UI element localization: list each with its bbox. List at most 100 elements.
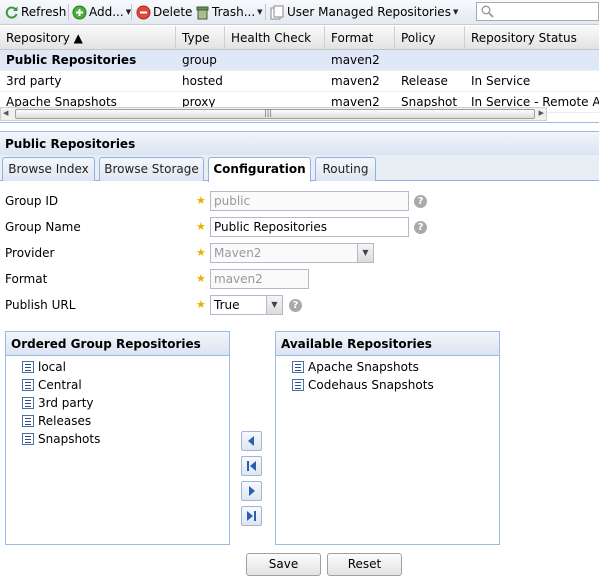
group-id-label: Group ID	[5, 194, 59, 208]
delete-label: Delete	[153, 5, 193, 19]
cell-status: In Service	[471, 74, 531, 88]
move-right-button[interactable]	[241, 481, 262, 501]
delete-button[interactable]: Delete	[136, 3, 192, 21]
list-item[interactable]: Apache Snapshots	[276, 358, 499, 376]
arrow-first-icon	[247, 461, 256, 471]
search-icon	[481, 5, 494, 21]
format-field[interactable]: maven2	[210, 269, 309, 289]
cell-format: maven2	[331, 74, 380, 88]
toolbar-separator	[68, 4, 69, 20]
user-managed-repositories-menu[interactable]: User Managed Repositories ▼	[270, 3, 458, 21]
chevron-down-icon[interactable]: ▼	[266, 296, 282, 314]
repository-icon	[22, 379, 34, 391]
column-header-format[interactable]: Format	[325, 26, 395, 50]
available-repositories-list[interactable]: Available Repositories Apache Snapshots …	[275, 331, 500, 545]
panel-title: Public Repositories	[0, 131, 599, 155]
list-item[interactable]: 3rd party	[6, 394, 229, 412]
required-star-icon: ★	[196, 298, 206, 311]
provider-select[interactable]: Maven2 ▼	[210, 243, 374, 263]
dropdown-arrow-icon: ▼	[257, 8, 263, 16]
arrow-last-icon	[247, 511, 256, 521]
table-row[interactable]: 3rd party hosted maven2 Release In Servi…	[0, 71, 599, 92]
column-header-type[interactable]: Type	[176, 26, 225, 50]
tab-routing[interactable]: Routing	[315, 157, 376, 181]
cell-repository: 3rd party	[6, 74, 62, 88]
dropdown-arrow-icon: ▼	[452, 8, 459, 16]
column-header-policy[interactable]: Policy	[395, 26, 465, 50]
ordered-list-title: Ordered Group Repositories	[6, 332, 229, 356]
help-icon[interactable]: ?	[289, 299, 302, 312]
horizontal-scrollbar[interactable]: ◀ ||| ▶	[0, 107, 547, 121]
list-item[interactable]: Codehaus Snapshots	[276, 376, 499, 394]
scroll-grip-icon: |||	[264, 108, 273, 117]
repository-icon	[292, 361, 304, 373]
cell-type: group	[182, 53, 217, 67]
add-button[interactable]: Add... ▼	[72, 3, 131, 21]
ordered-group-repositories-list[interactable]: Ordered Group Repositories local Central…	[5, 331, 230, 545]
repository-icon	[22, 361, 34, 373]
save-button[interactable]: Save	[246, 553, 321, 576]
scrollbar-thumb[interactable]	[15, 109, 535, 119]
table-row[interactable]: Public Repositories group maven2	[0, 50, 599, 71]
arrow-left-icon	[248, 436, 254, 446]
list-item[interactable]: Snapshots	[6, 430, 229, 448]
column-header-repository[interactable]: Repository ▲	[0, 26, 176, 50]
cell-health-check	[225, 71, 325, 92]
toolbar-separator	[131, 4, 132, 20]
repository-icon	[22, 415, 34, 427]
help-icon[interactable]: ?	[414, 195, 427, 208]
group-name-field[interactable]: Public Repositories	[210, 217, 409, 237]
publish-url-select[interactable]: True ▼	[210, 295, 283, 315]
trash-label: Trash...	[212, 5, 256, 19]
repository-icon	[22, 397, 34, 409]
provider-label: Provider	[5, 246, 55, 260]
user-managed-label: User Managed Repositories	[287, 5, 451, 19]
list-item[interactable]: Releases	[6, 412, 229, 430]
required-star-icon: ★	[196, 272, 206, 285]
move-all-right-button[interactable]	[241, 506, 262, 526]
required-star-icon: ★	[196, 194, 206, 207]
list-item[interactable]: local	[6, 358, 229, 376]
column-header-repository-status[interactable]: Repository Status	[465, 26, 599, 50]
toolbar-separator	[265, 4, 266, 20]
trash-button[interactable]: Trash... ▼	[195, 3, 263, 21]
tab-browse-index[interactable]: Browse Index	[2, 157, 95, 181]
scroll-left-icon[interactable]: ◀	[3, 109, 8, 117]
refresh-label: Refresh	[21, 5, 67, 19]
column-header-health-check[interactable]: Health Check	[225, 26, 325, 50]
cell-repository: Public Repositories	[6, 53, 137, 67]
scroll-right-icon[interactable]: ▶	[539, 109, 544, 117]
refresh-button[interactable]: Refresh	[4, 3, 66, 21]
add-icon	[72, 5, 87, 20]
repository-icon	[270, 5, 285, 20]
reset-button[interactable]: Reset	[327, 553, 402, 576]
required-star-icon: ★	[196, 246, 206, 259]
tab-browse-storage[interactable]: Browse Storage	[99, 157, 204, 181]
format-label: Format	[5, 272, 48, 286]
arrow-right-icon	[249, 486, 255, 496]
search-input[interactable]	[476, 2, 599, 21]
grid-header: Repository ▲ Type Health Check Format Po…	[0, 26, 599, 50]
cell-status	[465, 50, 599, 71]
repository-icon	[292, 379, 304, 391]
cell-type: hosted	[182, 74, 223, 88]
repository-icon	[22, 433, 34, 445]
group-id-field[interactable]: public	[210, 191, 409, 211]
tab-strip: Browse Index Browse Storage Configuratio…	[0, 155, 599, 182]
available-list-title: Available Repositories	[276, 332, 499, 356]
move-all-left-button[interactable]	[241, 456, 262, 476]
tab-configuration[interactable]: Configuration	[208, 157, 311, 182]
list-item[interactable]: Central	[6, 376, 229, 394]
group-name-label: Group Name	[5, 220, 81, 234]
repository-grid: Repository ▲ Type Health Check Format Po…	[0, 26, 599, 123]
toolbar: Refresh Add... ▼ Delete Trash... ▼ User …	[0, 0, 599, 25]
move-left-button[interactable]	[241, 431, 262, 451]
publish-url-label: Publish URL	[5, 298, 76, 312]
cell-health-check	[225, 50, 325, 71]
help-icon[interactable]: ?	[414, 221, 427, 234]
cell-policy	[395, 50, 465, 71]
provider-value: Maven2	[214, 246, 262, 260]
chevron-down-icon[interactable]: ▼	[357, 244, 373, 262]
delete-icon	[136, 5, 151, 20]
required-star-icon: ★	[196, 220, 206, 233]
